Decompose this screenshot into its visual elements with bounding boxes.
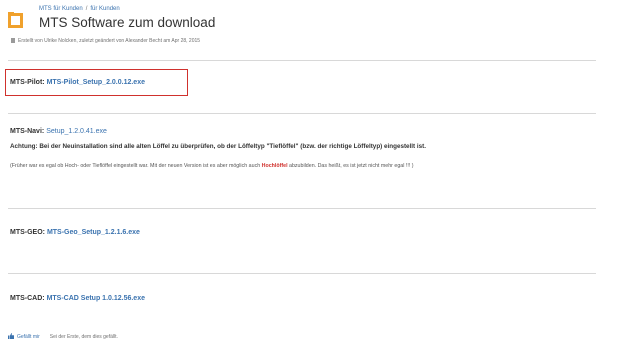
breadcrumb-item-kunden[interactable]: für Kunden [90,6,119,12]
divider [8,273,596,274]
navi-note-after: abzubilden. Das heißt, es ist jetzt nich… [287,163,414,169]
divider [8,60,596,61]
like-text: Sei der Erste, dem dies gefällt. [49,334,118,340]
entry-mts-geo: MTS-GEO: MTS-Geo_Setup_1.2.1.6.exe [10,229,140,236]
entry-mts-navi: MTS-Navi: Setup_1.2.0.41.exe [10,128,107,135]
navi-note: (Früher war es egal ob Hoch- oder Tieflö… [10,163,414,169]
divider [8,113,596,114]
download-link-mts-cad[interactable]: MTS-CAD Setup 1.0.12.56.exe [47,295,145,302]
download-link-mts-geo[interactable]: MTS-Geo_Setup_1.2.1.6.exe [47,229,140,236]
page-meta-text: Erstellt von Ulrike Nolcken, zuletzt geä… [18,38,201,44]
download-link-mts-navi[interactable]: Setup_1.2.0.41.exe [46,128,107,135]
divider [8,208,596,209]
entry-name: MTS-Navi: [10,128,45,135]
page-title: MTS Software zum download [39,15,216,30]
entry-name: MTS-Pilot: [10,79,45,86]
thumbs-up-icon[interactable] [8,333,14,339]
like-row: Gefällt mir Sei der Erste, dem dies gefäl… [8,333,118,340]
download-link-mts-pilot[interactable]: MTS-Pilot_Setup_2.0.0.12.exe [47,79,145,86]
entry-name: MTS-CAD: [10,295,45,302]
navi-note-before: (Früher war es egal ob Hoch- oder Tieflö… [10,163,262,169]
pen-icon [11,38,15,43]
like-button[interactable]: Gefällt mir [17,334,40,340]
entry-mts-cad: MTS-CAD: MTS-CAD Setup 1.0.12.56.exe [10,295,145,302]
entry-mts-pilot: MTS-Pilot: MTS-Pilot_Setup_2.0.0.12.exe [10,79,145,86]
navi-note-highlight: Hochlöffel [261,163,288,169]
breadcrumb-item-mts-kunden[interactable]: MTS für Kunden [39,6,83,12]
breadcrumb: MTS für Kunden / für Kunden [39,6,120,12]
page-icon [8,12,23,28]
breadcrumb-separator: / [85,6,88,12]
entry-name: MTS-GEO: [10,229,45,236]
page-meta: Erstellt von Ulrike Nolcken, zuletzt geä… [11,38,200,44]
navi-warning: Achtung: Bei der Neuinstallation sind al… [10,143,426,150]
